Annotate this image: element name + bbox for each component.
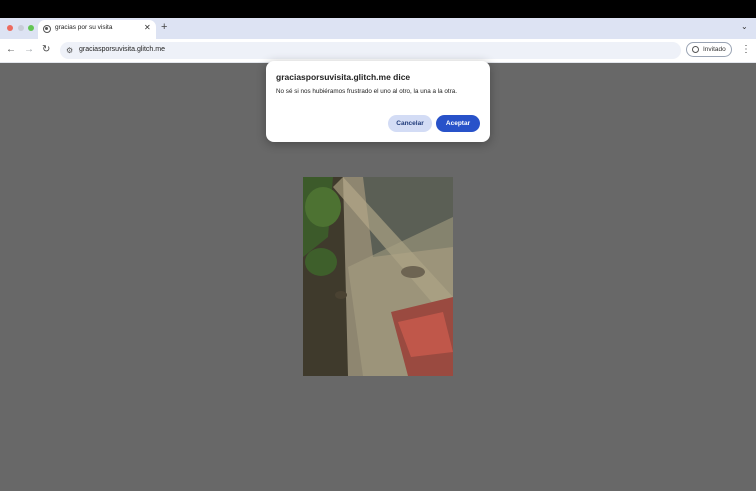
profile-label: Invitado [703,46,726,53]
dialog-message: No sé si nos hubiéramos frustrado el uno… [276,88,457,95]
address-bar[interactable]: ⚙ graciasporsuvisita.glitch.me [60,42,681,59]
tab-strip: gracias por su visita ✕ + ⌄ [0,18,756,39]
reload-button[interactable]: ↻ [42,43,50,57]
globe-icon [43,25,51,33]
site-info-icon[interactable]: ⚙ [66,45,73,56]
profile-icon [692,46,699,53]
tab-title: gracias por su visita [55,24,113,31]
forward-button[interactable]: → [24,43,34,57]
system-top-bar [0,0,756,18]
profile-button[interactable]: Invitado [686,42,732,57]
accept-button[interactable]: Aceptar [436,115,480,132]
browser-toolbar: ← → ↻ ⚙ graciasporsuvisita.glitch.me Inv… [0,39,756,63]
url-text[interactable]: graciasporsuvisita.glitch.me [79,46,165,53]
photo-image [303,177,453,376]
minimize-window-icon[interactable] [18,25,24,31]
maximize-window-icon[interactable] [28,25,34,31]
tab-search-button[interactable]: ⌄ [741,21,748,33]
dialog-title: graciasporsuvisita.glitch.me dice [276,72,411,82]
cancel-button[interactable]: Cancelar [388,115,432,132]
menu-button[interactable]: ⋮ [741,43,751,57]
new-tab-button[interactable]: + [161,20,167,34]
photo-illustration [303,177,453,376]
close-tab-icon[interactable]: ✕ [144,23,151,33]
close-window-icon[interactable] [7,25,13,31]
alert-dialog: graciasporsuvisita.glitch.me dice No sé … [266,61,490,142]
back-button[interactable]: ← [6,43,16,57]
tab-active[interactable]: gracias por su visita ✕ [38,20,156,39]
